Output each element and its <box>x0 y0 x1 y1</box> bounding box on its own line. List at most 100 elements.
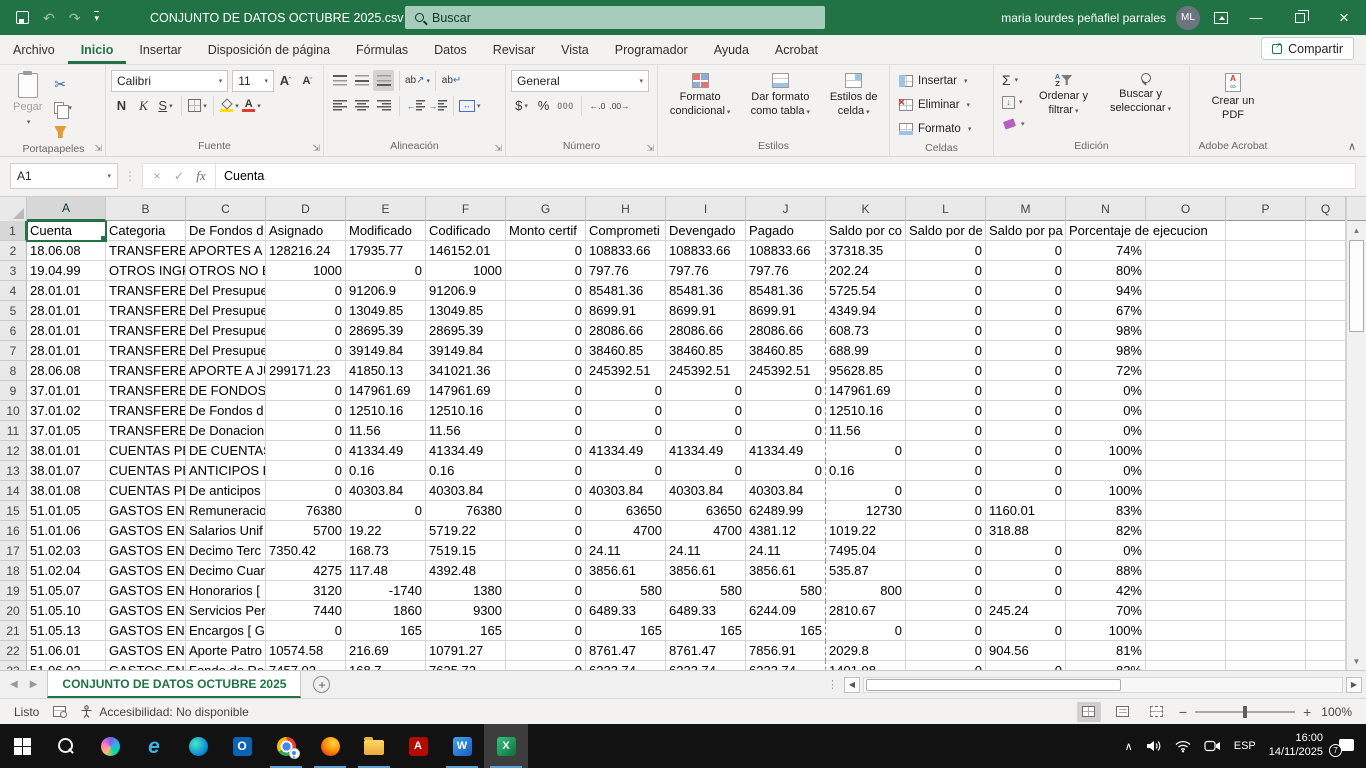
cell-F12[interactable]: 41334.49 <box>426 441 506 461</box>
cell-H11[interactable]: 0 <box>586 421 666 441</box>
column-header-B[interactable]: B <box>106 197 186 221</box>
cell-B16[interactable]: GASTOS EN F <box>106 521 186 541</box>
cell-L1[interactable]: Saldo por de <box>906 221 986 241</box>
cell-I6[interactable]: 28086.66 <box>666 321 746 341</box>
cell-A21[interactable]: 51.05.13 <box>27 621 106 641</box>
cancel-entry-icon[interactable]: × <box>147 169 167 183</box>
wifi-icon[interactable] <box>1175 740 1191 753</box>
row-header-10[interactable]: 10 <box>0 401 27 421</box>
cell-N1[interactable]: Porcentaje de ejecucion <box>1066 221 1146 241</box>
currency-format-button[interactable]: $▾ <box>511 95 532 116</box>
cell-M8[interactable]: 0 <box>986 361 1066 381</box>
cell-G16[interactable]: 0 <box>506 521 586 541</box>
cell-B13[interactable]: CUENTAS PEN <box>106 461 186 481</box>
number-format-select[interactable]: General▾ <box>511 70 649 92</box>
cell-M13[interactable]: 0 <box>986 461 1066 481</box>
cell-J4[interactable]: 85481.36 <box>746 281 826 301</box>
cell-H1[interactable]: Comprometi <box>586 221 666 241</box>
cell-M18[interactable]: 0 <box>986 561 1066 581</box>
undo-icon[interactable]: ↶ <box>43 11 55 25</box>
cell-E3[interactable]: 0 <box>346 261 426 281</box>
tab-insertar[interactable]: Insertar <box>126 37 194 64</box>
cell-J5[interactable]: 8699.91 <box>746 301 826 321</box>
cell-P1[interactable] <box>1226 221 1306 241</box>
column-header-O[interactable]: O <box>1146 197 1226 221</box>
cell-M1[interactable]: Saldo por pa <box>986 221 1066 241</box>
restore-button[interactable] <box>1278 0 1322 35</box>
cell-A17[interactable]: 51.02.03 <box>27 541 106 561</box>
cell-H9[interactable]: 0 <box>586 381 666 401</box>
merge-center-button[interactable]: ↔▾ <box>459 95 481 116</box>
cell-B20[interactable]: GASTOS EN F <box>106 601 186 621</box>
cell-N6[interactable]: 98% <box>1066 321 1146 341</box>
cell-P14[interactable] <box>1226 481 1306 501</box>
row-header-5[interactable]: 5 <box>0 301 27 321</box>
cell-L10[interactable]: 0 <box>906 401 986 421</box>
cell-P10[interactable] <box>1226 401 1306 421</box>
cell-E6[interactable]: 28695.39 <box>346 321 426 341</box>
taskbar-copilot-button[interactable] <box>88 724 132 768</box>
format-cells-button[interactable]: Formato▾ <box>895 117 975 141</box>
cell-G5[interactable]: 0 <box>506 301 586 321</box>
column-header-C[interactable]: C <box>186 197 266 221</box>
cell-J7[interactable]: 38460.85 <box>746 341 826 361</box>
cell-Q8[interactable] <box>1306 361 1346 381</box>
cell-H2[interactable]: 108833.66 <box>586 241 666 261</box>
cell-A23[interactable]: 51.06.02 <box>27 661 106 670</box>
cell-J16[interactable]: 4381.12 <box>746 521 826 541</box>
cell-C3[interactable]: OTROS NO ES <box>186 261 266 281</box>
cell-F3[interactable]: 1000 <box>426 261 506 281</box>
scroll-left-icon[interactable]: ◀ <box>844 677 860 693</box>
cell-H10[interactable]: 0 <box>586 401 666 421</box>
cell-N10[interactable]: 0% <box>1066 401 1146 421</box>
cell-G4[interactable]: 0 <box>506 281 586 301</box>
cell-F10[interactable]: 12510.16 <box>426 401 506 421</box>
cell-I3[interactable]: 797.76 <box>666 261 746 281</box>
minimize-button[interactable]: — <box>1234 0 1278 35</box>
cell-K14[interactable]: 0 <box>826 481 906 501</box>
tab-acrobat[interactable]: Acrobat <box>762 37 831 64</box>
scroll-right-icon[interactable]: ▶ <box>1346 677 1362 693</box>
cell-F19[interactable]: 1380 <box>426 581 506 601</box>
close-button[interactable]: × <box>1322 0 1366 35</box>
cell-P9[interactable] <box>1226 381 1306 401</box>
cell-L7[interactable]: 0 <box>906 341 986 361</box>
cell-O17[interactable] <box>1146 541 1226 561</box>
cell-Q10[interactable] <box>1306 401 1346 421</box>
cell-P18[interactable] <box>1226 561 1306 581</box>
cell-D5[interactable]: 0 <box>266 301 346 321</box>
page-break-view-button[interactable] <box>1145 702 1169 722</box>
cell-A20[interactable]: 51.05.10 <box>27 601 106 621</box>
cell-K18[interactable]: 535.87 <box>826 561 906 581</box>
cell-G8[interactable]: 0 <box>506 361 586 381</box>
cell-H13[interactable]: 0 <box>586 461 666 481</box>
cell-C7[interactable]: Del Presupue <box>186 341 266 361</box>
cell-I11[interactable]: 0 <box>666 421 746 441</box>
cell-N12[interactable]: 100% <box>1066 441 1146 461</box>
increase-decimal-button[interactable]: ←.0 <box>587 95 608 116</box>
cell-H8[interactable]: 245392.51 <box>586 361 666 381</box>
cell-O23[interactable] <box>1146 661 1226 670</box>
cell-F1[interactable]: Codificado <box>426 221 506 241</box>
cell-M15[interactable]: 1160.01 <box>986 501 1066 521</box>
cell-O9[interactable] <box>1146 381 1226 401</box>
cell-N20[interactable]: 70% <box>1066 601 1146 621</box>
zoom-slider-handle[interactable] <box>1243 706 1247 718</box>
column-header-Q[interactable]: Q <box>1306 197 1346 221</box>
cell-B7[interactable]: TRANSFERENC <box>106 341 186 361</box>
cell-J1[interactable]: Pagado <box>746 221 826 241</box>
cell-Q15[interactable] <box>1306 501 1346 521</box>
cell-I19[interactable]: 580 <box>666 581 746 601</box>
cell-F16[interactable]: 5719.22 <box>426 521 506 541</box>
collapse-ribbon-icon[interactable]: ∧ <box>1348 140 1356 153</box>
cell-E20[interactable]: 1860 <box>346 601 426 621</box>
row-header-16[interactable]: 16 <box>0 521 27 541</box>
avatar[interactable]: ML <box>1176 6 1200 30</box>
cell-A16[interactable]: 51.01.06 <box>27 521 106 541</box>
cell-G3[interactable]: 0 <box>506 261 586 281</box>
cell-F17[interactable]: 7519.15 <box>426 541 506 561</box>
cell-J22[interactable]: 7856.91 <box>746 641 826 661</box>
cell-H14[interactable]: 40303.84 <box>586 481 666 501</box>
cell-H23[interactable]: 6223.74 <box>586 661 666 670</box>
cell-A12[interactable]: 38.01.01 <box>27 441 106 461</box>
